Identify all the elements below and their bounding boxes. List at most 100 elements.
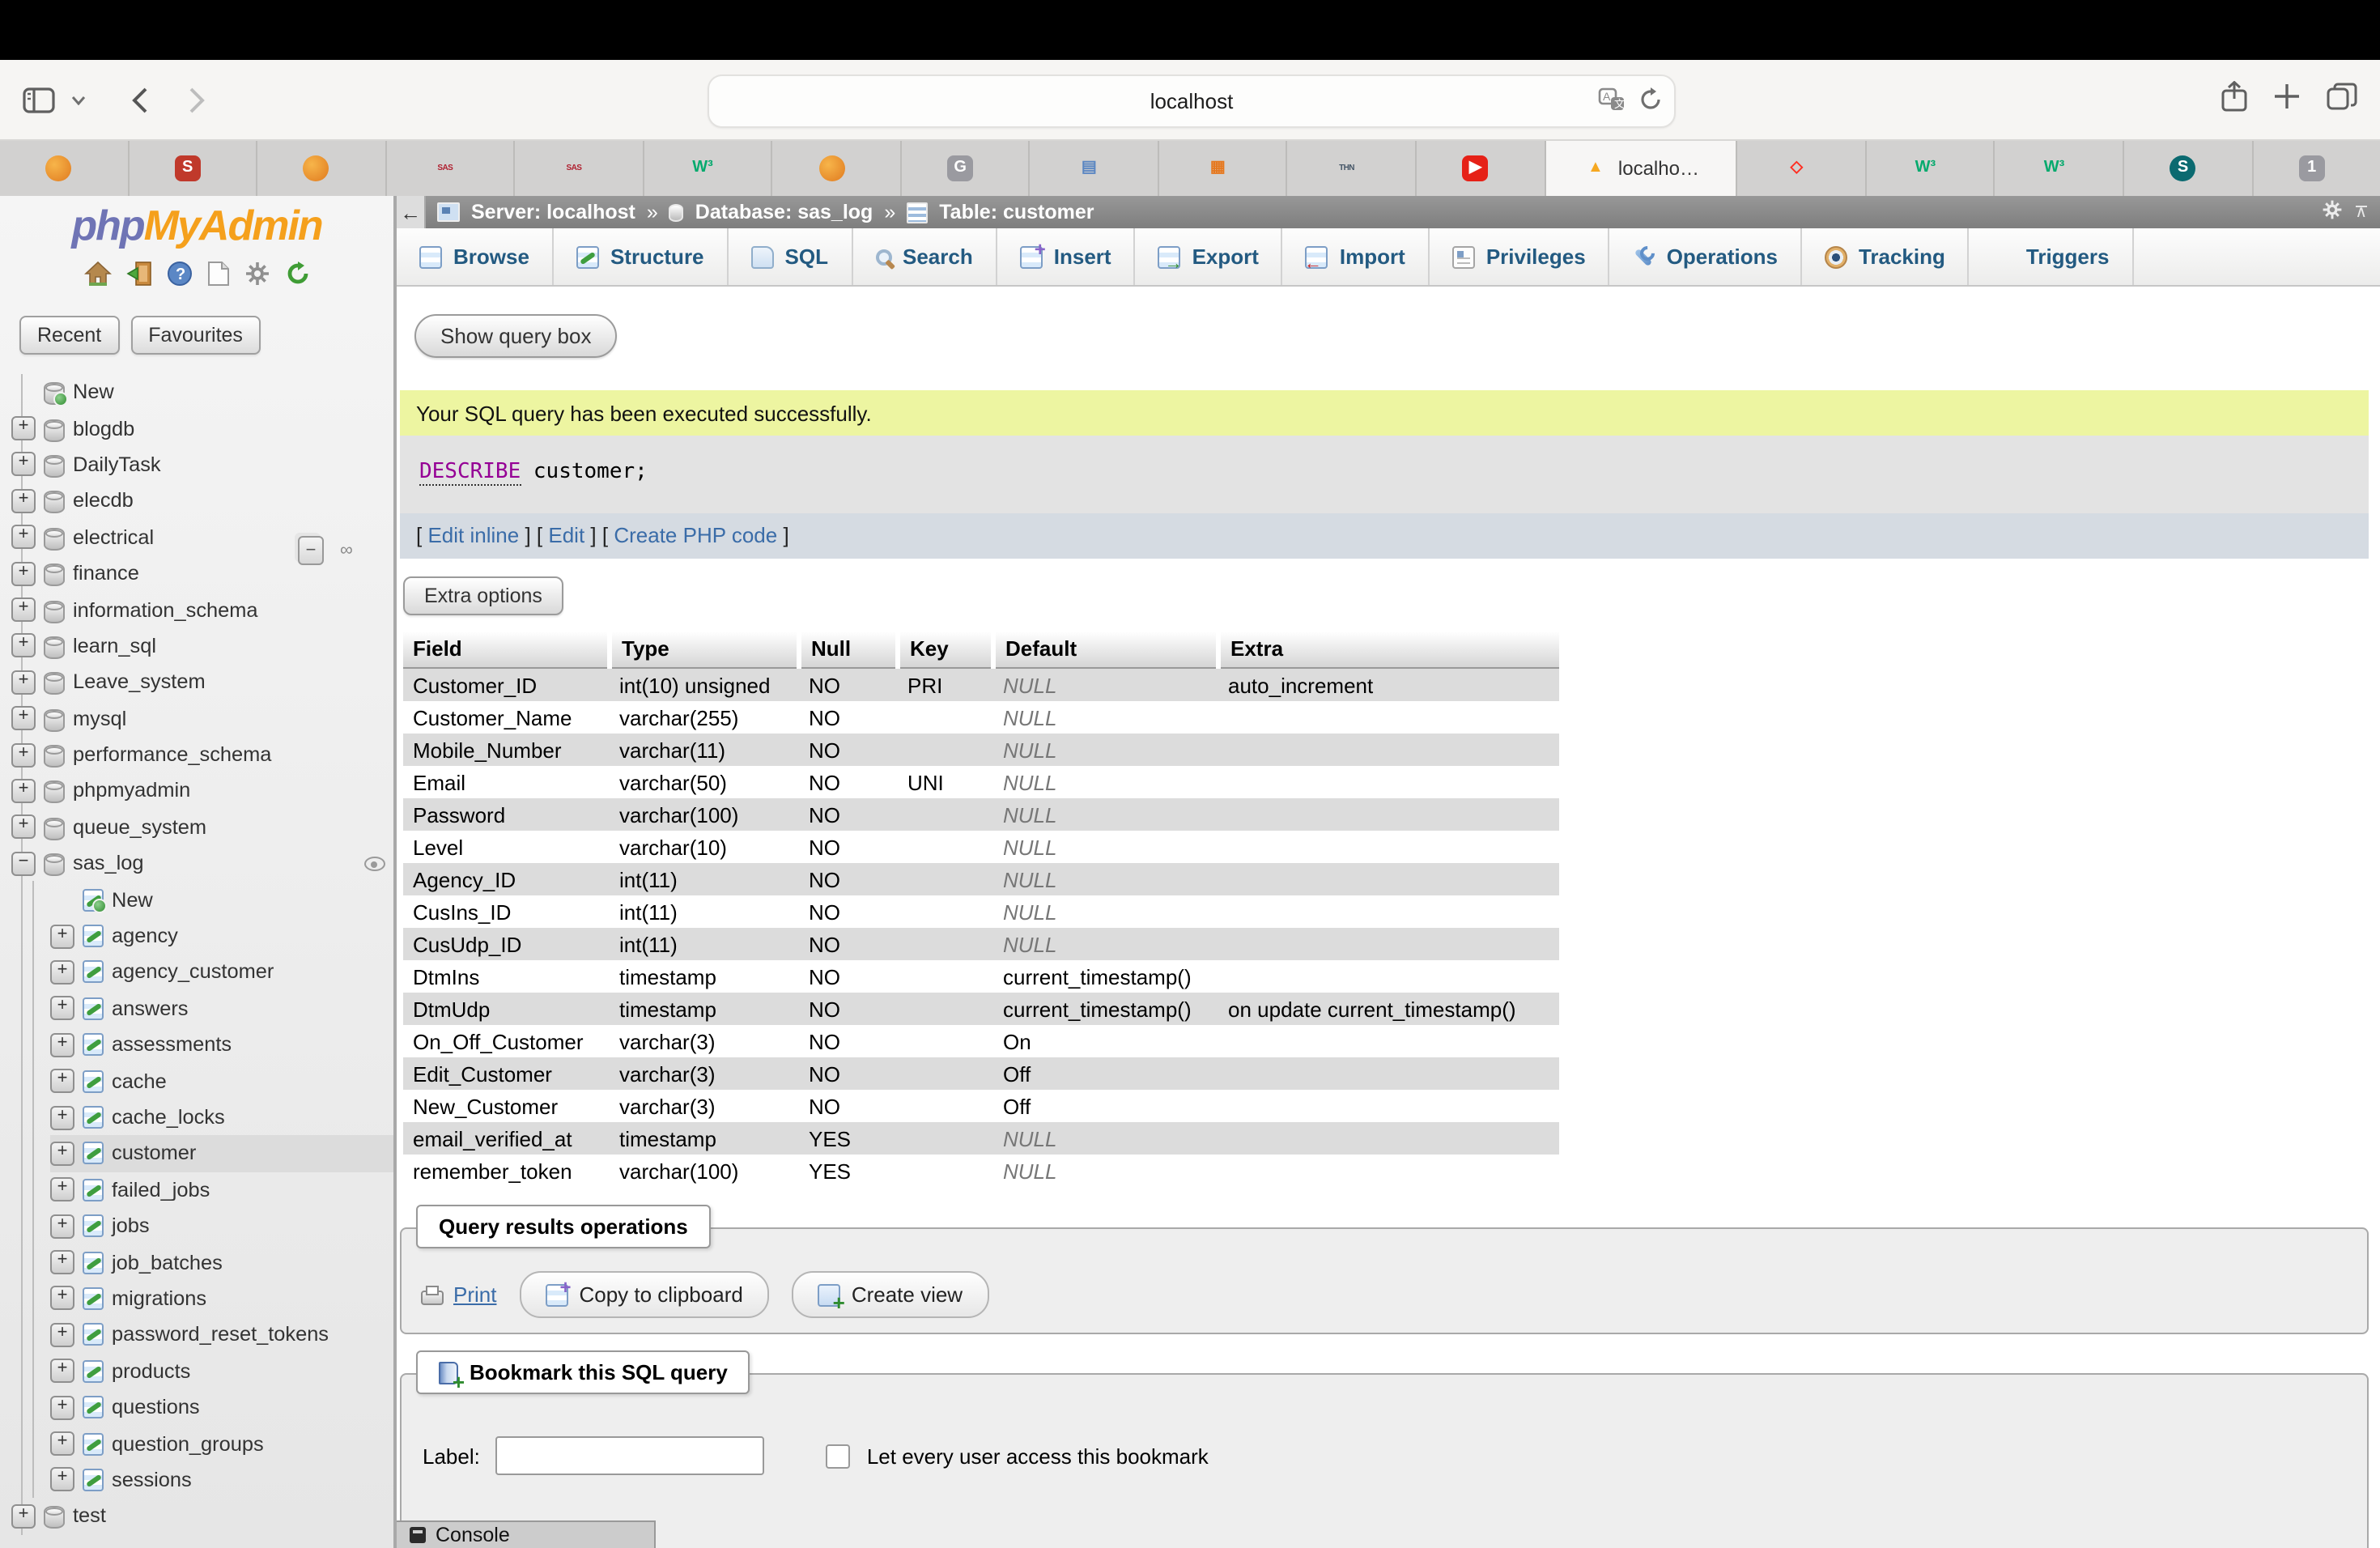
- column-header-default[interactable]: Default: [993, 632, 1218, 668]
- nav-tab[interactable]: Insert: [997, 228, 1136, 285]
- tree-item[interactable]: + sessions: [50, 1461, 393, 1498]
- tree-item[interactable]: + cache_locks: [50, 1099, 393, 1136]
- tree-item[interactable]: + products: [50, 1353, 393, 1389]
- copy-to-clipboard-button[interactable]: Copy to clipboard: [519, 1271, 768, 1318]
- tree-expander-icon[interactable]: +: [50, 1032, 74, 1057]
- tree-expander-icon[interactable]: +: [11, 598, 36, 622]
- tree-expander-icon[interactable]: +: [11, 634, 36, 658]
- browser-tab[interactable]: 1: [2253, 141, 2380, 196]
- breadcrumb-back-button[interactable]: ←: [397, 196, 426, 228]
- eye-icon[interactable]: [364, 857, 385, 871]
- tree-item[interactable]: + customer: [50, 1135, 393, 1172]
- tree-expander-icon[interactable]: +: [11, 706, 36, 730]
- help-icon[interactable]: ?: [166, 261, 192, 295]
- tree-expander-icon[interactable]: +: [50, 1069, 74, 1093]
- tree-item[interactable]: + assessments: [50, 1027, 393, 1063]
- address-bar[interactable]: localhost A文: [708, 74, 1676, 128]
- logout-door-icon[interactable]: [125, 261, 151, 295]
- back-button[interactable]: [131, 85, 149, 114]
- tree-expander-icon[interactable]: +: [50, 1468, 74, 1492]
- tree-item[interactable]: + information_schema: [11, 592, 393, 628]
- browser-tab[interactable]: [773, 141, 902, 196]
- bookmark-label-input[interactable]: [496, 1436, 765, 1475]
- tree-item[interactable]: + DailyTask: [11, 447, 393, 483]
- every-user-checkbox[interactable]: [827, 1444, 851, 1468]
- tree-expander-icon[interactable]: +: [50, 1105, 74, 1129]
- tree-item[interactable]: + answers: [50, 990, 393, 1027]
- tree-expander-icon[interactable]: +: [50, 1214, 74, 1238]
- tree-expander-icon[interactable]: +: [11, 742, 36, 767]
- tree-expander-icon[interactable]: +: [50, 1359, 74, 1383]
- nav-tab[interactable]: Tracking: [1802, 228, 1970, 285]
- column-header-field[interactable]: Field: [403, 632, 610, 668]
- tree-expander-icon[interactable]: +: [11, 779, 36, 803]
- browser-tab[interactable]: THN: [1288, 141, 1417, 196]
- browser-tab[interactable]: ◇: [1738, 141, 1867, 196]
- tree-item[interactable]: + finance: [11, 555, 393, 592]
- tree-expander-icon[interactable]: +: [50, 1323, 74, 1347]
- tree-item[interactable]: + elecdb: [11, 483, 393, 519]
- show-query-box-button[interactable]: Show query box: [414, 314, 617, 358]
- browser-tab[interactable]: [0, 141, 129, 196]
- nav-tab[interactable]: Search: [852, 228, 997, 285]
- nav-tab[interactable]: SQL: [729, 228, 852, 285]
- tree-expander-icon[interactable]: +: [11, 670, 36, 695]
- tree-item[interactable]: + agency: [50, 918, 393, 955]
- tree-expander-icon[interactable]: −: [11, 852, 36, 876]
- collapse-panel-icon[interactable]: ∧: [2355, 205, 2367, 219]
- tree-item[interactable]: + electrical: [11, 519, 393, 555]
- settings-gear-icon[interactable]: [244, 261, 270, 295]
- recent-button[interactable]: Recent: [19, 316, 119, 355]
- tree-item[interactable]: + queue_system: [11, 809, 393, 845]
- tree-expander-icon[interactable]: +: [11, 561, 36, 585]
- nav-tab[interactable]: Structure: [554, 228, 729, 285]
- sidebar-toggle-icon[interactable]: [23, 87, 55, 113]
- create-view-button[interactable]: Create view: [792, 1271, 988, 1318]
- browser-tab[interactable]: [257, 141, 386, 196]
- tree-expander-icon[interactable]: +: [50, 960, 74, 985]
- tree-expander-icon[interactable]: +: [50, 1178, 74, 1202]
- query-edit-link[interactable]: Edit inline: [427, 523, 519, 547]
- new-tab-icon[interactable]: [2273, 82, 2301, 117]
- browser-tab[interactable]: ▲ localho…: [1545, 141, 1738, 196]
- tree-item[interactable]: + question_groups: [50, 1426, 393, 1462]
- tree-item[interactable]: + failed_jobs: [50, 1172, 393, 1208]
- tree-expander-icon[interactable]: +: [11, 1504, 36, 1529]
- column-header-extra[interactable]: Extra: [1218, 632, 1559, 668]
- breadcrumb-database[interactable]: Database: sas_log: [695, 201, 873, 223]
- browser-tab[interactable]: ▦: [1159, 141, 1288, 196]
- browser-tab[interactable]: W³: [1867, 141, 1995, 196]
- column-header-null[interactable]: Null: [799, 632, 898, 668]
- nav-tab[interactable]: Operations: [1610, 228, 1802, 285]
- page-settings-gear-icon[interactable]: [2321, 199, 2342, 225]
- chevron-down-icon[interactable]: [71, 95, 86, 104]
- query-edit-link[interactable]: Create PHP code: [614, 523, 777, 547]
- tree-item[interactable]: + Leave_system: [11, 664, 393, 700]
- tree-item[interactable]: + agency_customer: [50, 955, 393, 991]
- tree-item[interactable]: + job_batches: [50, 1244, 393, 1281]
- column-header-key[interactable]: Key: [898, 632, 993, 668]
- tree-item[interactable]: + learn_sql: [11, 627, 393, 664]
- browser-tab[interactable]: ▶: [1417, 141, 1545, 196]
- breadcrumb-table[interactable]: Table: customer: [939, 201, 1094, 223]
- favourites-button[interactable]: Favourites: [130, 316, 261, 355]
- breadcrumb-server[interactable]: Server: localhost: [471, 201, 635, 223]
- tree-item[interactable]: + mysql: [11, 700, 393, 737]
- tree-expander-icon[interactable]: +: [11, 525, 36, 550]
- console-bar[interactable]: Console: [397, 1520, 656, 1548]
- browser-tab[interactable]: S: [2124, 141, 2253, 196]
- print-link[interactable]: Print: [421, 1282, 496, 1307]
- tree-expander-icon[interactable]: +: [50, 1142, 74, 1166]
- tree-expander-icon[interactable]: +: [50, 1395, 74, 1419]
- home-icon[interactable]: [83, 261, 111, 295]
- browser-tab[interactable]: ▤: [1031, 141, 1159, 196]
- tree-item[interactable]: + cache: [50, 1063, 393, 1099]
- tree-expander-icon[interactable]: +: [11, 416, 36, 440]
- tree-expander-icon[interactable]: +: [50, 1250, 74, 1274]
- browser-tab[interactable]: W³: [1995, 141, 2124, 196]
- tree-item[interactable]: New: [50, 882, 393, 918]
- tree-item[interactable]: + test: [11, 1498, 393, 1534]
- reload-navigation-icon[interactable]: [284, 261, 310, 295]
- browser-tab[interactable]: SAS: [386, 141, 515, 196]
- share-icon[interactable]: [2221, 80, 2247, 119]
